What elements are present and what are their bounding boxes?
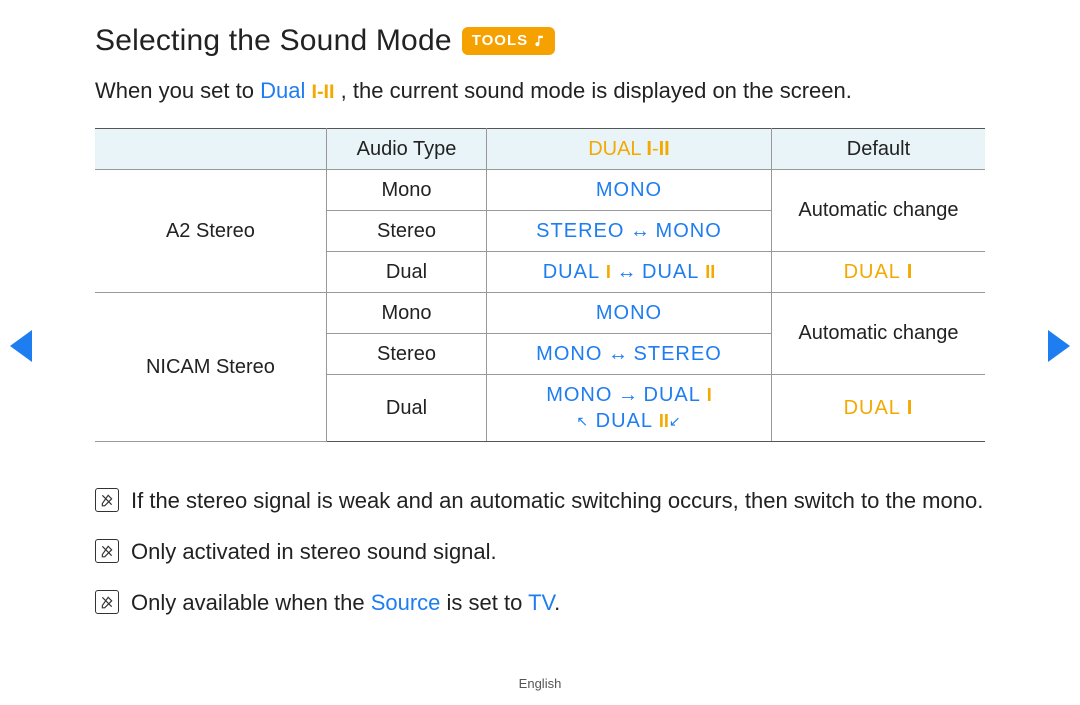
cell-part: DUAL (844, 261, 907, 283)
cell-audio: Mono (326, 292, 486, 333)
right-arrow-icon: → (612, 384, 643, 406)
roman-1: I (707, 385, 712, 405)
cell-default: DUAL I (771, 251, 985, 292)
double-arrow-icon: ↔ (624, 220, 655, 242)
cell-part: DUAL (543, 261, 606, 283)
roman-2: II (659, 411, 669, 431)
cell-default: DUAL I (771, 374, 985, 441)
table-row: NICAM Stereo Mono MONO Automatic change (95, 292, 985, 333)
diag-arrow-icon: ↖ (576, 412, 589, 430)
music-note-icon (533, 34, 547, 48)
cell-dual: DUAL I ↔ DUAL II (487, 251, 772, 292)
tools-badge-label: TOOLS (472, 30, 528, 52)
cell-audio: Stereo (326, 210, 486, 251)
intro-text: When you set to Dual I-II , the current … (95, 76, 985, 106)
roman-1: I (907, 397, 914, 419)
note-item: If the stereo signal is weak and an auto… (95, 484, 985, 517)
th-default: Default (771, 128, 985, 169)
title-row: Selecting the Sound Mode TOOLS (95, 24, 985, 58)
note-part: is set to (440, 590, 528, 615)
tools-badge: TOOLS (462, 27, 555, 55)
page-title: Selecting the Sound Mode (95, 24, 452, 58)
double-arrow-icon: ↔ (611, 261, 642, 283)
th-empty (95, 128, 326, 169)
cell-audio: Mono (326, 169, 486, 210)
intro-roman-2: II (324, 81, 335, 103)
table-header-row: Audio Type DUAL I-II Default (95, 128, 985, 169)
cell-part: STEREO (634, 343, 722, 365)
cell-part: STEREO (536, 220, 624, 242)
roman-2: II (705, 262, 715, 282)
note-part: Only available when the (131, 590, 371, 615)
cell-audio: Dual (326, 374, 486, 441)
roman-1: I (907, 261, 914, 283)
double-arrow-icon: ↔ (602, 343, 633, 365)
footer-language: English (0, 676, 1080, 691)
cell-dual: MONO → DUAL I ↖ DUAL II ↙ (487, 374, 772, 441)
note-icon (95, 488, 119, 512)
cell-audio: Dual (326, 251, 486, 292)
cell-default: Automatic change (771, 169, 985, 251)
note-item: Only available when the Source is set to… (95, 586, 985, 619)
th-dual-dash: - (652, 138, 659, 160)
cell-part: MONO (656, 220, 722, 242)
cell-dual: MONO (487, 169, 772, 210)
intro-dual-label: Dual (260, 78, 311, 103)
intro-prefix: When you set to (95, 78, 260, 103)
cell-default: Automatic change (771, 292, 985, 374)
cell-part: DUAL (589, 410, 659, 432)
cell-part: MONO (536, 343, 602, 365)
prev-page-button[interactable] (10, 330, 32, 362)
next-page-button[interactable] (1048, 330, 1070, 362)
manual-page: Selecting the Sound Mode TOOLS When you … (0, 0, 1080, 619)
cell-audio: Stereo (326, 333, 486, 374)
notes-section: If the stereo signal is weak and an auto… (95, 484, 985, 619)
cell-a2-label: A2 Stereo (95, 169, 326, 292)
th-dual: DUAL I-II (487, 128, 772, 169)
intro-suffix: , the current sound mode is displayed on… (341, 78, 852, 103)
cell-part: DUAL (644, 384, 707, 406)
table-row: A2 Stereo Mono MONO Automatic change (95, 169, 985, 210)
note-item: Only activated in stereo sound signal. (95, 535, 985, 568)
th-dual-prefix: DUAL (588, 138, 646, 160)
cell-dual: MONO (487, 292, 772, 333)
sound-mode-table: Audio Type DUAL I-II Default A2 Stereo M… (95, 128, 985, 442)
note-icon (95, 539, 119, 563)
th-dual-r2: II (659, 138, 670, 160)
cell-dual: STEREO ↔ MONO (487, 210, 772, 251)
th-audio-type: Audio Type (326, 128, 486, 169)
cell-part: DUAL (642, 261, 705, 283)
cell-part: MONO (546, 384, 612, 406)
note-icon (95, 590, 119, 614)
note-text: If the stereo signal is weak and an auto… (131, 484, 983, 517)
cell-part: DUAL (844, 397, 907, 419)
note-text: Only available when the Source is set to… (131, 586, 560, 619)
intro-dual: Dual I-II (260, 78, 341, 103)
note-part: . (554, 590, 560, 615)
intro-dash: - (317, 81, 324, 103)
diag-arrow-icon: ↙ (669, 412, 682, 430)
note-text: Only activated in stereo sound signal. (131, 535, 497, 568)
note-tv-link: TV (528, 590, 554, 615)
note-source-link: Source (371, 590, 441, 615)
cell-nicam-label: NICAM Stereo (95, 292, 326, 441)
cell-dual: MONO ↔ STEREO (487, 333, 772, 374)
